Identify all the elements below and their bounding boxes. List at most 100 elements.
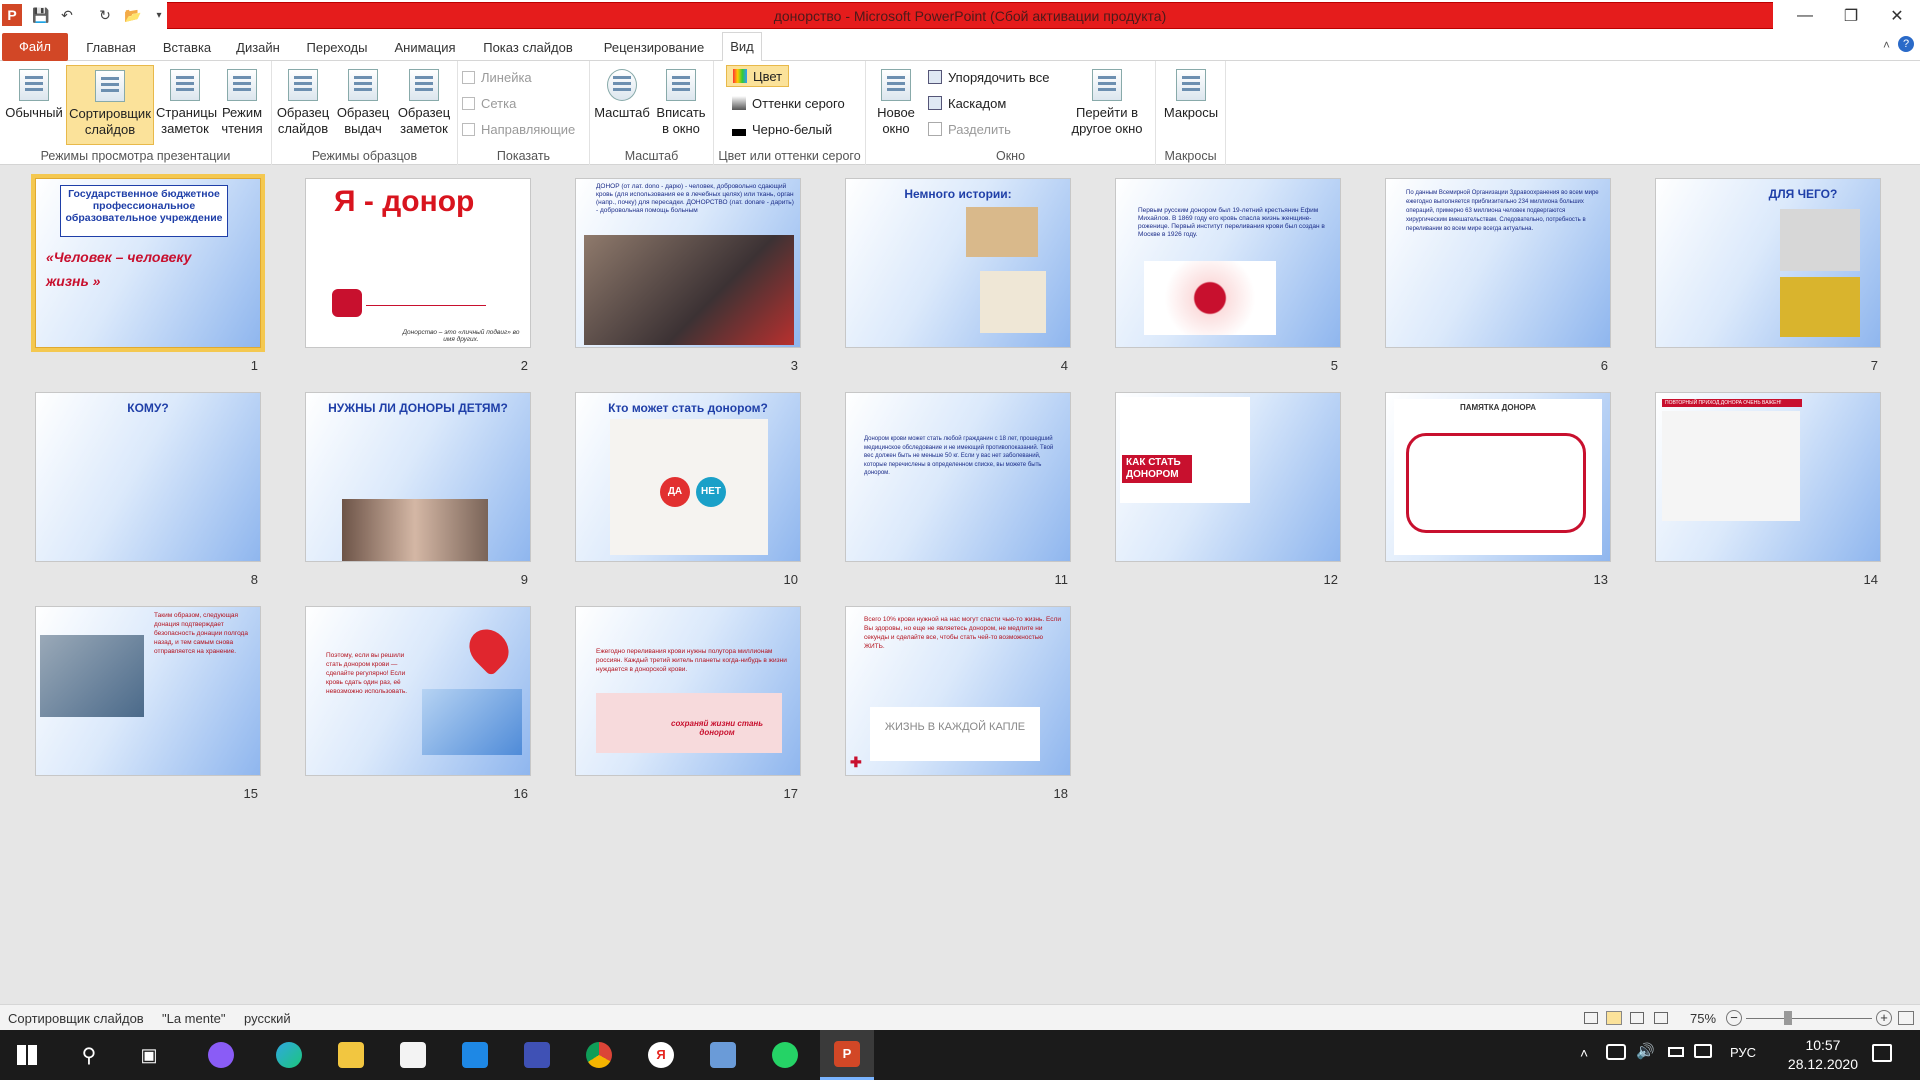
slide-thumbnail[interactable]: Поэтому, если вы решили стать донором кр… bbox=[305, 606, 531, 776]
slideshow-icon[interactable] bbox=[1654, 1012, 1668, 1024]
notes-master-button[interactable]: Образец заметок bbox=[394, 65, 454, 145]
collapse-ribbon-icon[interactable]: ˄ bbox=[1883, 38, 1890, 52]
slide-number: 8 bbox=[250, 572, 258, 587]
tab-slideshow[interactable]: Показ слайдов bbox=[476, 36, 580, 61]
zoom-slider-thumb[interactable] bbox=[1784, 1011, 1792, 1025]
search-icon[interactable]: ⚲ bbox=[62, 1030, 116, 1080]
status-bar: Сортировщик слайдов "La mente" русский 7… bbox=[0, 1004, 1920, 1030]
remote-desktop-icon[interactable] bbox=[696, 1030, 750, 1080]
save-icon[interactable]: 💾 bbox=[30, 4, 52, 26]
slide-thumbnail[interactable]: Немного истории: bbox=[845, 178, 1071, 348]
slide-thumbnail[interactable]: ДЛЯ ЧЕГО? bbox=[1655, 178, 1881, 348]
reading-view-icon[interactable] bbox=[1630, 1012, 1644, 1024]
color-button[interactable]: Цвет bbox=[726, 65, 790, 87]
tray-chevron-icon[interactable]: ˄ bbox=[1580, 1045, 1588, 1061]
close-icon[interactable]: ✕ bbox=[1874, 0, 1920, 31]
reading-view-button[interactable]: Режим чтения bbox=[216, 65, 268, 145]
slide-thumbnail[interactable]: КОМУ? bbox=[35, 392, 261, 562]
open-folder-icon[interactable]: 📂 bbox=[122, 4, 144, 26]
status-theme[interactable]: "La mente" bbox=[162, 1011, 225, 1026]
zoom-level[interactable]: 75% bbox=[1690, 1011, 1716, 1026]
slide-image bbox=[1120, 397, 1250, 503]
zoom-out-icon[interactable]: − bbox=[1726, 1010, 1742, 1026]
tab-insert[interactable]: Вставка bbox=[156, 36, 218, 61]
battery-icon[interactable] bbox=[1668, 1047, 1684, 1057]
minimize-icon[interactable]: — bbox=[1782, 0, 1828, 31]
slide-thumbnail[interactable]: ПОВТОРНЫЙ ПРИХОД ДОНОРА ОЧЕНЬ ВАЖЕН! bbox=[1655, 392, 1881, 562]
notifications-icon[interactable] bbox=[1872, 1044, 1892, 1062]
slide-thumbnail[interactable]: Государственное бюджетное профессиональн… bbox=[31, 174, 265, 352]
fit-to-window-button[interactable]: Вписать в окно bbox=[652, 65, 710, 145]
slide-thumbnail[interactable]: Первым русским донором был 19-летний кре… bbox=[1115, 178, 1341, 348]
task-view-icon[interactable]: ▣ bbox=[122, 1030, 176, 1080]
slide-thumbnail[interactable]: Донором крови может стать любой граждани… bbox=[845, 392, 1071, 562]
slide-banner bbox=[870, 707, 1040, 761]
sorter-view-icon[interactable] bbox=[1606, 1011, 1622, 1025]
powerpoint-taskbar-icon[interactable]: P bbox=[820, 1030, 874, 1080]
fit-slide-icon[interactable] bbox=[1898, 1011, 1914, 1025]
slide-title: ПОВТОРНЫЙ ПРИХОД ДОНОРА ОЧЕНЬ ВАЖЕН! bbox=[1662, 399, 1802, 407]
mail-icon[interactable] bbox=[448, 1030, 502, 1080]
powerpoint-app-icon[interactable]: P bbox=[2, 4, 22, 26]
switch-windows-button[interactable]: Перейти в другое окно bbox=[1062, 65, 1152, 145]
slide-thumbnail[interactable]: Таким образом, следующая донация подтвер… bbox=[35, 606, 261, 776]
grid-checkbox[interactable]: Сетка bbox=[462, 93, 516, 113]
start-icon[interactable] bbox=[0, 1030, 54, 1080]
zoom-slider[interactable] bbox=[1746, 1018, 1872, 1019]
redo-icon[interactable]: ↻ bbox=[94, 4, 116, 26]
arrange-all-button[interactable]: Упорядочить все bbox=[928, 67, 1049, 87]
tab-file[interactable]: Файл bbox=[2, 33, 68, 61]
cascade-button[interactable]: Каскадом bbox=[928, 93, 1006, 113]
normal-view-icon[interactable] bbox=[1584, 1012, 1598, 1024]
disk-app-icon[interactable] bbox=[510, 1030, 564, 1080]
notes-page-button[interactable]: Страницы заметок bbox=[156, 65, 217, 145]
file-explorer-icon[interactable] bbox=[324, 1030, 378, 1080]
guides-checkbox[interactable]: Направляющие bbox=[462, 119, 575, 139]
slide-sorter-button[interactable]: Сортировщик слайдов bbox=[66, 65, 154, 145]
whatsapp-icon[interactable] bbox=[758, 1030, 812, 1080]
tab-review[interactable]: Рецензирование bbox=[592, 36, 716, 61]
ruler-checkbox[interactable]: Линейка bbox=[462, 67, 532, 87]
tab-view[interactable]: Вид bbox=[722, 32, 762, 62]
keyboard-icon[interactable] bbox=[1694, 1044, 1712, 1058]
input-language[interactable]: РУС bbox=[1730, 1045, 1756, 1060]
zoom-button[interactable]: Масштаб bbox=[594, 65, 650, 145]
undo-icon[interactable]: ↶ bbox=[56, 4, 78, 26]
tab-design[interactable]: Дизайн bbox=[230, 36, 286, 61]
normal-view-button[interactable]: Обычный bbox=[4, 65, 64, 145]
slide-thumbnail[interactable]: ПАМЯТКА ДОНОРА bbox=[1385, 392, 1611, 562]
slide-thumbnail[interactable]: Ежегодно переливания крови нужны полутор… bbox=[575, 606, 801, 776]
help-icon[interactable]: ? bbox=[1898, 36, 1914, 52]
store-icon[interactable] bbox=[386, 1030, 440, 1080]
network-icon[interactable] bbox=[1606, 1044, 1626, 1060]
slide-photo bbox=[342, 499, 488, 561]
split-button[interactable]: Разделить bbox=[928, 119, 1011, 139]
yandex-browser-icon[interactable]: Я bbox=[634, 1030, 688, 1080]
slide-sorter-pane[interactable]: Государственное бюджетное профессиональн… bbox=[0, 166, 1920, 1004]
chrome-icon[interactable] bbox=[572, 1030, 626, 1080]
handout-master-button[interactable]: Образец выдач bbox=[334, 65, 392, 145]
slide-thumbnail[interactable]: Кто может стать донором? ДА НЕТ bbox=[575, 392, 801, 562]
tab-transitions[interactable]: Переходы bbox=[300, 36, 374, 61]
edge-icon[interactable] bbox=[262, 1030, 316, 1080]
cortana-icon[interactable] bbox=[194, 1030, 248, 1080]
status-language[interactable]: русский bbox=[244, 1011, 291, 1026]
grayscale-button[interactable]: Оттенки серого bbox=[732, 93, 845, 113]
slide-thumbnail[interactable]: ДОНОР (от лат. dono - дарю) - человек, д… bbox=[575, 178, 801, 348]
black-white-button[interactable]: Черно-белый bbox=[732, 119, 832, 139]
tab-animation[interactable]: Анимация bbox=[388, 36, 462, 61]
volume-icon[interactable]: 🔊 bbox=[1636, 1042, 1655, 1060]
tab-home[interactable]: Главная bbox=[80, 36, 142, 61]
slide-thumbnail[interactable]: Я - донор Донорство – это «личный подвиг… bbox=[305, 178, 531, 348]
slide-thumbnail[interactable]: По данным Всемирной Организации Здравоох… bbox=[1385, 178, 1611, 348]
zoom-in-icon[interactable]: + bbox=[1876, 1010, 1892, 1026]
new-window-button[interactable]: Новое окно bbox=[870, 65, 922, 145]
slide-master-button[interactable]: Образец слайдов bbox=[274, 65, 332, 145]
slide-thumbnail[interactable]: НУЖНЫ ЛИ ДОНОРЫ ДЕТЯМ? bbox=[305, 392, 531, 562]
restore-icon[interactable]: ❐ bbox=[1828, 0, 1874, 31]
clock[interactable]: 10:57 28.12.2020 bbox=[1788, 1036, 1858, 1074]
slide-thumbnail[interactable]: КАК СТАТЬ ДОНОРОМ bbox=[1115, 392, 1341, 562]
macros-button[interactable]: Макросы bbox=[1162, 65, 1220, 145]
slide-thumbnail[interactable]: Всего 10% крови нужной на нас могут спас… bbox=[845, 606, 1071, 776]
slide-number: 1 bbox=[250, 358, 258, 373]
